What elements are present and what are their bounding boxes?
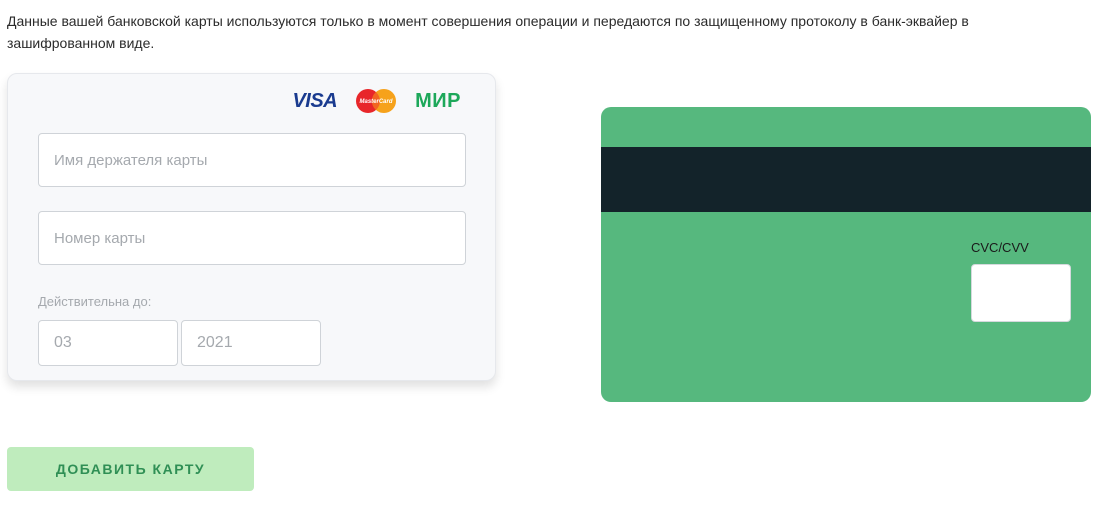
expiry-year-input[interactable] — [181, 320, 321, 366]
card-front-form: VISA MasterCard МИР Действительна до: — [7, 73, 496, 381]
cvc-input[interactable] — [971, 264, 1071, 322]
expiry-month-input[interactable] — [38, 320, 178, 366]
cardholder-name-input[interactable] — [38, 133, 466, 187]
magnetic-stripe — [601, 147, 1091, 212]
payment-logos: VISA MasterCard МИР — [292, 88, 461, 114]
visa-logo-icon: VISA — [292, 90, 338, 112]
mir-logo-icon: МИР — [415, 90, 461, 112]
add-card-button[interactable]: ДОБАВИТЬ КАРТУ — [7, 447, 254, 491]
card-back: CVC/CVV — [601, 107, 1091, 402]
mastercard-logo-text: MasterCard — [360, 99, 393, 105]
mastercard-logo-icon: MasterCard — [353, 88, 399, 114]
cvc-label: CVC/CVV — [971, 240, 1029, 255]
security-notice: Данные вашей банковской карты используют… — [7, 13, 969, 51]
card-number-input[interactable] — [38, 211, 466, 265]
expiry-label: Действительна до: — [38, 294, 152, 309]
